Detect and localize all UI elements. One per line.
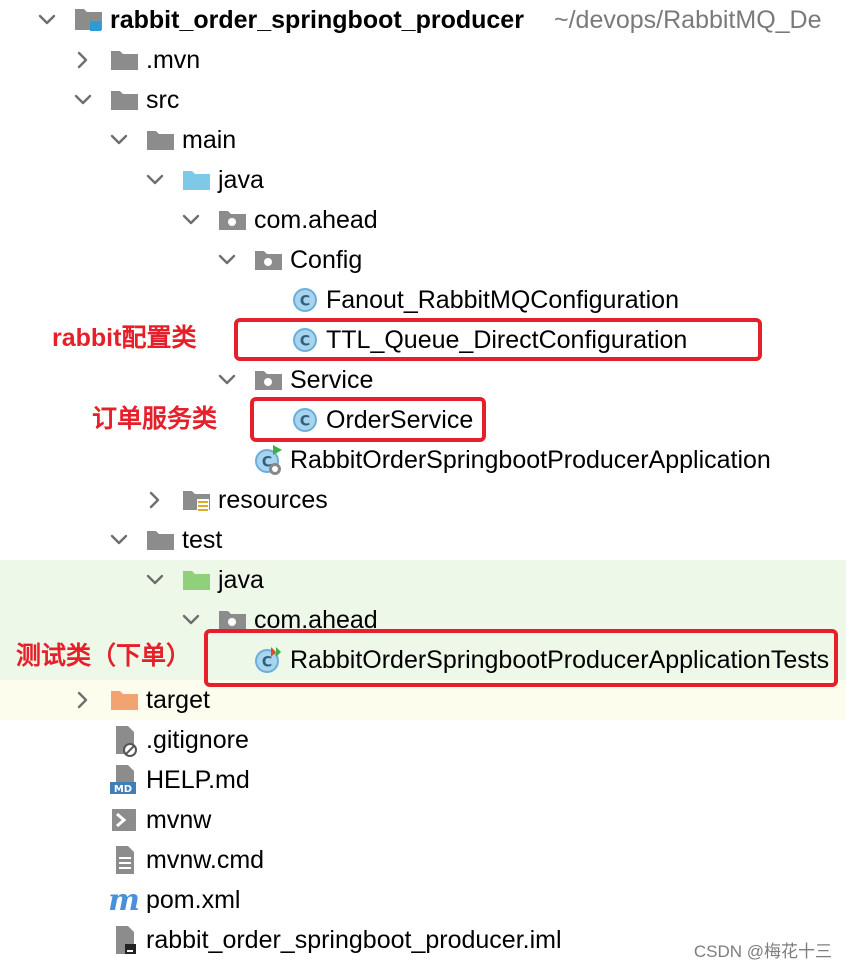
project-path: ~/devops/RabbitMQ_De xyxy=(554,6,822,34)
tree-item-label: com.ahead xyxy=(254,206,378,234)
package-icon xyxy=(252,240,286,280)
tree-item-label: RabbitOrderSpringbootProducerApplication xyxy=(290,446,771,474)
tree-row[interactable]: MD HELP.md xyxy=(0,760,846,800)
tree-item-label: Fanout_RabbitMQConfiguration xyxy=(326,286,679,314)
chevron-right-icon[interactable] xyxy=(144,480,166,520)
tree-row[interactable]: Service xyxy=(0,360,846,400)
java-class-icon: C xyxy=(288,280,322,320)
tree-row[interactable]: C RabbitOrderSpringbootProducerApplicatio… xyxy=(0,440,846,480)
tree-item-label: target xyxy=(146,686,210,714)
tree-item-label: Service xyxy=(290,366,374,394)
chevron-right-icon[interactable] xyxy=(72,40,94,80)
tree-item-label: mvnw xyxy=(146,806,212,834)
tree-row[interactable]: resources xyxy=(0,480,846,520)
tree-row[interactable]: main xyxy=(0,120,846,160)
folder-icon xyxy=(144,120,178,160)
package-icon xyxy=(252,360,286,400)
tree-item-label: rabbit_order_springboot_producer xyxy=(110,6,524,34)
svg-text:C: C xyxy=(300,294,310,310)
tree-item-label: main xyxy=(182,126,237,154)
tree-row[interactable]: test xyxy=(0,520,846,560)
source-root-folder-icon xyxy=(180,160,214,200)
tree-item-label: HELP.md xyxy=(146,766,250,794)
annotation-box-rabbit-config xyxy=(234,318,762,361)
tree-row[interactable]: mvnw.cmd xyxy=(0,840,846,880)
tree-row[interactable]: java xyxy=(0,560,846,600)
markdown-file-icon: MD xyxy=(108,760,142,800)
excluded-folder-icon xyxy=(108,680,142,720)
chevron-down-icon[interactable] xyxy=(216,240,238,280)
chevron-down-icon[interactable] xyxy=(72,80,94,120)
tree-item-label: .gitignore xyxy=(146,726,249,754)
module-folder-icon xyxy=(72,0,106,40)
tree-row[interactable]: com.ahead xyxy=(0,200,846,240)
tree-row[interactable]: Config xyxy=(0,240,846,280)
chevron-down-icon[interactable] xyxy=(144,560,166,600)
folder-icon xyxy=(108,80,142,120)
chevron-down-icon[interactable] xyxy=(108,120,130,160)
annotation-test-class: 测试类（下单） xyxy=(16,642,192,670)
chevron-down-icon[interactable] xyxy=(180,200,202,240)
svg-text:MD: MD xyxy=(114,784,132,795)
tree-row[interactable]: java xyxy=(0,160,846,200)
tree-item-label: pom.xml xyxy=(146,886,241,914)
tree-row[interactable]: C Fanout_RabbitMQConfiguration xyxy=(0,280,846,320)
tree-row[interactable]: m pom.xml xyxy=(0,880,846,920)
chevron-down-icon[interactable] xyxy=(180,600,202,640)
chevron-down-icon[interactable] xyxy=(36,0,58,40)
folder-icon xyxy=(144,520,178,560)
tree-item-label: java xyxy=(218,566,264,594)
tree-item-label: java xyxy=(218,166,264,194)
tree-item-label: .mvn xyxy=(146,46,201,74)
annotation-rabbit-config: rabbit配置类 xyxy=(52,324,197,352)
tree-row[interactable]: src xyxy=(0,80,846,120)
tree-item-label: rabbit_order_springboot_producer.iml xyxy=(146,926,562,954)
tree-row[interactable]: .gitignore xyxy=(0,720,846,760)
annotation-box-order-service xyxy=(250,397,486,442)
ignored-file-icon xyxy=(108,720,142,760)
tree-item-label: Config xyxy=(290,246,363,274)
tree-item-label: mvnw.cmd xyxy=(146,846,265,874)
chevron-down-icon[interactable] xyxy=(216,360,238,400)
iml-file-icon xyxy=(108,920,142,960)
text-file-icon xyxy=(108,840,142,880)
resources-folder-icon xyxy=(180,480,214,520)
chevron-down-icon[interactable] xyxy=(108,520,130,560)
watermark: CSDN @梅花十三 xyxy=(693,942,832,961)
tree-item-label: src xyxy=(146,86,180,114)
tree-row[interactable]: mvnw xyxy=(0,800,846,840)
tree-row[interactable]: .mvn xyxy=(0,40,846,80)
folder-icon xyxy=(108,40,142,80)
package-icon xyxy=(216,200,250,240)
tree-row[interactable]: rabbit_order_springboot_producer ~/devops… xyxy=(0,0,846,40)
tree-item-label: resources xyxy=(218,486,328,514)
spring-boot-class-icon: C xyxy=(252,440,286,480)
shell-script-icon xyxy=(108,800,142,840)
svg-text:m: m xyxy=(108,883,140,918)
tree-item-label: test xyxy=(182,526,223,554)
annotation-order-service: 订单服务类 xyxy=(92,405,218,433)
test-root-folder-icon xyxy=(180,560,214,600)
chevron-right-icon[interactable] xyxy=(72,680,94,720)
maven-icon: m xyxy=(108,880,142,920)
chevron-down-icon[interactable] xyxy=(144,160,166,200)
annotation-box-test-class xyxy=(204,629,838,687)
